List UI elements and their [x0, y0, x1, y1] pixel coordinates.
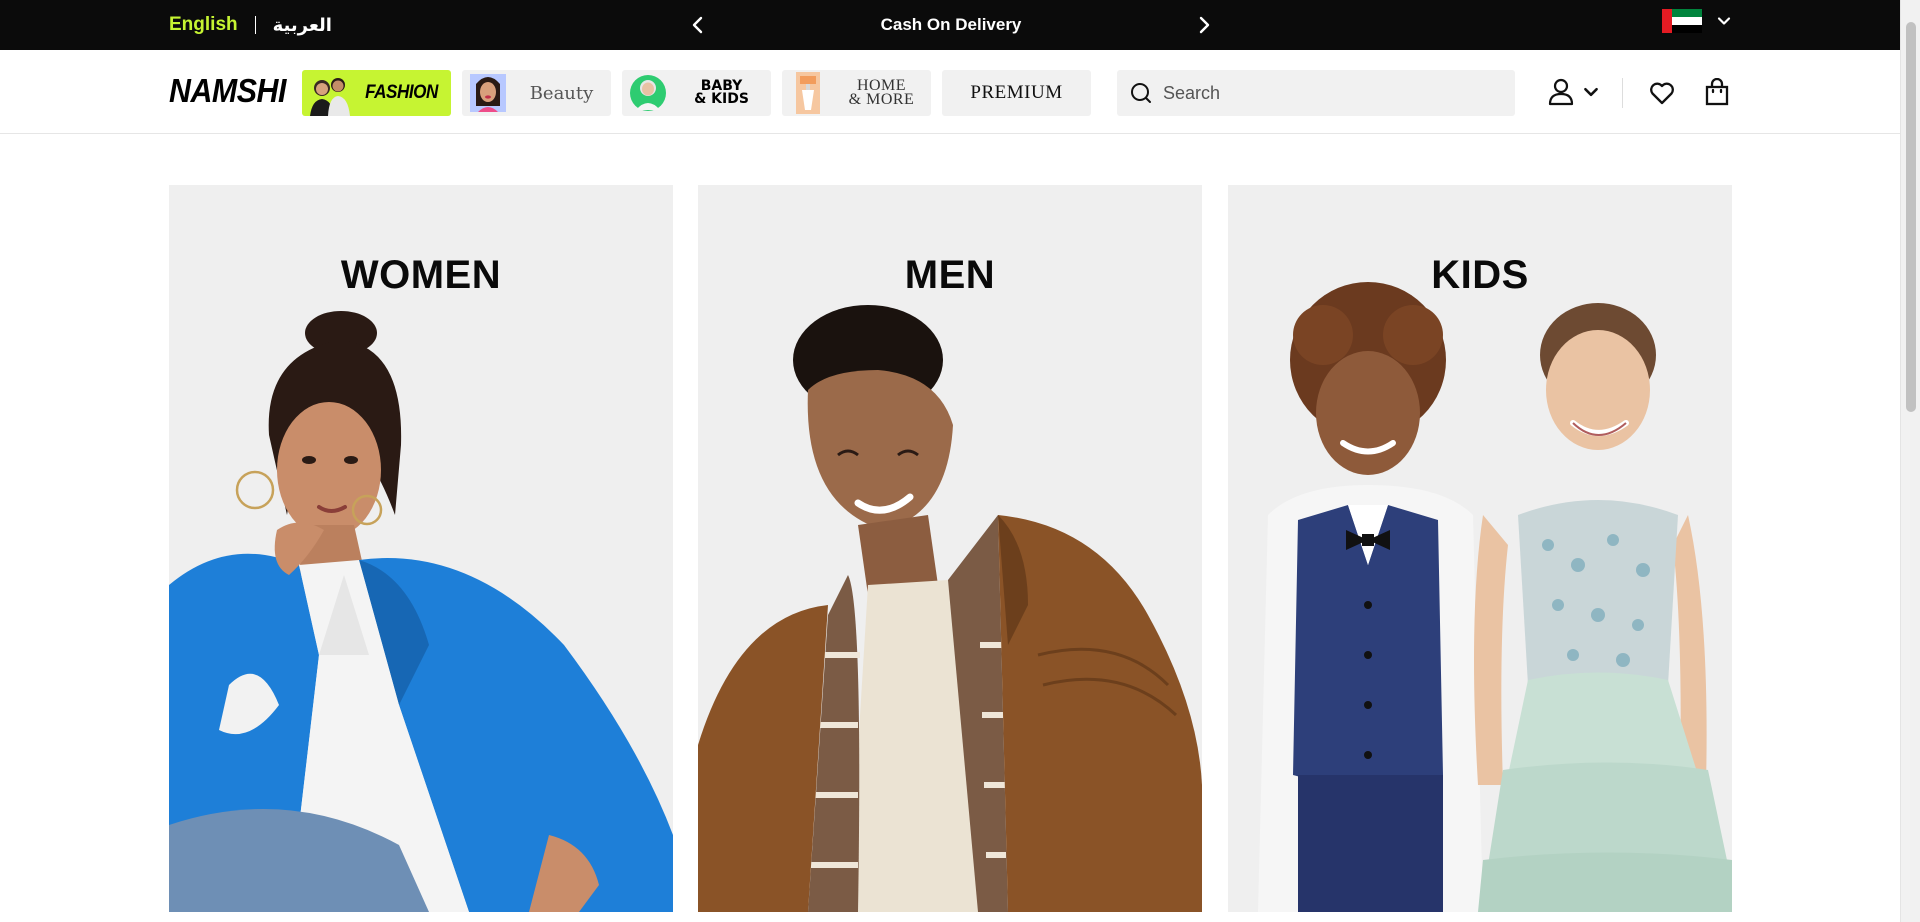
category-label-baby-kids: BABY & KIDS — [694, 78, 749, 107]
page-scrollbar[interactable] — [1900, 0, 1920, 922]
category-label-fashion: FASHION — [365, 82, 438, 103]
hero-card-kids[interactable]: KIDS — [1228, 185, 1732, 912]
hero-title-kids: KIDS — [1431, 253, 1529, 297]
category-tab-home-more[interactable]: HOME & MORE — [782, 70, 931, 116]
account-menu[interactable] — [1548, 78, 1600, 106]
category-tab-baby-kids[interactable]: BABY & KIDS — [622, 70, 771, 116]
language-arabic-link[interactable]: العربية — [273, 15, 332, 36]
uae-flag-icon — [1662, 9, 1702, 33]
heart-icon[interactable] — [1648, 79, 1676, 107]
category-tab-fashion[interactable]: FASHION — [302, 70, 451, 116]
scrollbar-thumb[interactable] — [1906, 22, 1916, 412]
language-divider — [254, 16, 256, 34]
hero-card-women[interactable]: WOMEN — [169, 185, 673, 912]
search-input[interactable] — [1163, 82, 1503, 104]
main-header: NAMSHI FASHION Beauty BABY & KIDS HOME &… — [0, 50, 1900, 134]
beauty-thumbnail-icon — [462, 70, 512, 116]
category-tab-premium[interactable]: PREMIUM — [942, 70, 1091, 116]
user-icon — [1548, 78, 1574, 106]
language-english-link[interactable]: English — [169, 14, 238, 36]
chevron-down-icon — [1717, 17, 1731, 25]
hero-title-women: WOMEN — [340, 253, 502, 297]
promo-message: Cash On Delivery — [880, 15, 1022, 34]
promo-next-arrow-icon[interactable] — [1192, 13, 1216, 37]
language-switcher: English العربية — [169, 14, 332, 36]
fashion-thumbnail-icon — [302, 70, 352, 116]
bag-icon[interactable] — [1704, 78, 1730, 106]
promo-prev-arrow-icon[interactable] — [686, 13, 710, 37]
hero-card-men[interactable]: MEN — [698, 185, 1202, 912]
hero-title-men: MEN — [904, 253, 996, 297]
top-announcement-bar: English العربية Cash On Delivery — [0, 0, 1900, 50]
header-divider — [1622, 78, 1623, 108]
search-bar[interactable] — [1117, 70, 1515, 116]
baby-kids-thumbnail-icon — [622, 70, 672, 116]
category-label-premium: PREMIUM — [970, 82, 1063, 103]
home-thumbnail-icon — [782, 70, 832, 116]
category-label-beauty: Beauty — [529, 82, 594, 104]
category-tab-beauty[interactable]: Beauty — [462, 70, 611, 116]
search-icon — [1131, 83, 1151, 103]
namshi-logo[interactable]: NAMSHI — [169, 72, 286, 110]
country-selector[interactable] — [1662, 9, 1732, 33]
chevron-down-icon — [1584, 87, 1598, 97]
category-label-home-more: HOME & MORE — [848, 77, 915, 108]
